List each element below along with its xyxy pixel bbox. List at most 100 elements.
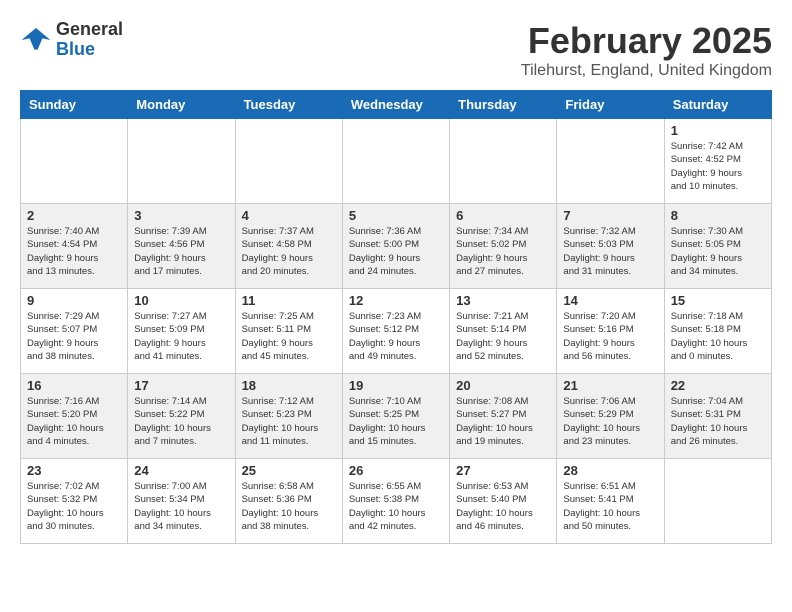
header-wednesday: Wednesday [342, 91, 449, 119]
day-number: 11 [242, 293, 336, 308]
header-saturday: Saturday [664, 91, 771, 119]
day-info: Sunrise: 7:37 AM Sunset: 4:58 PM Dayligh… [242, 225, 336, 278]
cell-week2-day2: 11 Sunrise: 7:25 AM Sunset: 5:11 PM Dayli… [235, 289, 342, 374]
day-number: 8 [671, 208, 765, 223]
cell-week3-day0: 16 Sunrise: 7:16 AM Sunset: 5:20 PM Dayli… [21, 374, 128, 459]
day-number: 4 [242, 208, 336, 223]
cell-week1-day3: 5 Sunrise: 7:36 AM Sunset: 5:00 PM Daylig… [342, 204, 449, 289]
day-number: 27 [456, 463, 550, 478]
day-number: 26 [349, 463, 443, 478]
day-info: Sunrise: 7:30 AM Sunset: 5:05 PM Dayligh… [671, 225, 765, 278]
cell-week2-day4: 13 Sunrise: 7:21 AM Sunset: 5:14 PM Dayli… [450, 289, 557, 374]
week-row-0: 1Sunrise: 7:42 AM Sunset: 4:52 PM Daylig… [21, 119, 772, 204]
day-info: Sunrise: 7:18 AM Sunset: 5:18 PM Dayligh… [671, 310, 765, 363]
day-info: Sunrise: 6:58 AM Sunset: 5:36 PM Dayligh… [242, 480, 336, 533]
day-info: Sunrise: 7:14 AM Sunset: 5:22 PM Dayligh… [134, 395, 228, 448]
day-info: Sunrise: 6:51 AM Sunset: 5:41 PM Dayligh… [563, 480, 657, 533]
day-info: Sunrise: 7:39 AM Sunset: 4:56 PM Dayligh… [134, 225, 228, 278]
cell-week4-day4: 27 Sunrise: 6:53 AM Sunset: 5:40 PM Dayli… [450, 459, 557, 544]
day-number: 20 [456, 378, 550, 393]
day-number: 25 [242, 463, 336, 478]
header-friday: Friday [557, 91, 664, 119]
day-number: 5 [349, 208, 443, 223]
day-number: 18 [242, 378, 336, 393]
logo: General Blue [20, 20, 123, 60]
cell-week1-day2: 4 Sunrise: 7:37 AM Sunset: 4:58 PM Daylig… [235, 204, 342, 289]
day-info: Sunrise: 6:53 AM Sunset: 5:40 PM Dayligh… [456, 480, 550, 533]
day-info: Sunrise: 7:29 AM Sunset: 5:07 PM Dayligh… [27, 310, 121, 363]
day-info: Sunrise: 7:23 AM Sunset: 5:12 PM Dayligh… [349, 310, 443, 363]
cell-week3-day6: 22 Sunrise: 7:04 AM Sunset: 5:31 PM Dayli… [664, 374, 771, 459]
day-number: 17 [134, 378, 228, 393]
day-number: 21 [563, 378, 657, 393]
header-sunday: Sunday [21, 91, 128, 119]
day-info: Sunrise: 7:42 AM Sunset: 4:52 PM Dayligh… [671, 140, 765, 193]
cell-week0-day2 [235, 119, 342, 204]
day-info: Sunrise: 7:06 AM Sunset: 5:29 PM Dayligh… [563, 395, 657, 448]
cell-week3-day2: 18 Sunrise: 7:12 AM Sunset: 5:23 PM Dayli… [235, 374, 342, 459]
calendar-subtitle: Tilehurst, England, United Kingdom [521, 62, 772, 80]
day-info: Sunrise: 7:21 AM Sunset: 5:14 PM Dayligh… [456, 310, 550, 363]
logo-line1: General [56, 20, 123, 40]
day-info: Sunrise: 7:10 AM Sunset: 5:25 PM Dayligh… [349, 395, 443, 448]
header-monday: Monday [128, 91, 235, 119]
cell-week3-day3: 19Sunrise: 7:10 AM Sunset: 5:25 PM Dayli… [342, 374, 449, 459]
cell-week0-day0 [21, 119, 128, 204]
week-row-1: 2 Sunrise: 7:40 AM Sunset: 4:54 PM Daylig… [21, 204, 772, 289]
calendar-table: Sunday Monday Tuesday Wednesday Thursday… [20, 90, 772, 544]
header-thursday: Thursday [450, 91, 557, 119]
day-number: 23 [27, 463, 121, 478]
title-area: February 2025 Tilehurst, England, United… [521, 20, 772, 80]
day-info: Sunrise: 7:40 AM Sunset: 4:54 PM Dayligh… [27, 225, 121, 278]
cell-week1-day0: 2 Sunrise: 7:40 AM Sunset: 4:54 PM Daylig… [21, 204, 128, 289]
cell-week1-day6: 8 Sunrise: 7:30 AM Sunset: 5:05 PM Daylig… [664, 204, 771, 289]
day-number: 22 [671, 378, 765, 393]
logo-text: General Blue [56, 20, 123, 60]
cell-week2-day5: 14 Sunrise: 7:20 AM Sunset: 5:16 PM Dayli… [557, 289, 664, 374]
cell-week1-day5: 7 Sunrise: 7:32 AM Sunset: 5:03 PM Daylig… [557, 204, 664, 289]
cell-week1-day1: 3 Sunrise: 7:39 AM Sunset: 4:56 PM Daylig… [128, 204, 235, 289]
cell-week4-day3: 26 Sunrise: 6:55 AM Sunset: 5:38 PM Dayli… [342, 459, 449, 544]
day-number: 7 [563, 208, 657, 223]
day-number: 14 [563, 293, 657, 308]
cell-week0-day1 [128, 119, 235, 204]
day-number: 16 [27, 378, 121, 393]
day-info: Sunrise: 7:12 AM Sunset: 5:23 PM Dayligh… [242, 395, 336, 448]
cell-week4-day1: 24Sunrise: 7:00 AM Sunset: 5:34 PM Dayli… [128, 459, 235, 544]
day-info: Sunrise: 7:16 AM Sunset: 5:20 PM Dayligh… [27, 395, 121, 448]
cell-week2-day6: 15 Sunrise: 7:18 AM Sunset: 5:18 PM Dayli… [664, 289, 771, 374]
day-info: Sunrise: 7:36 AM Sunset: 5:00 PM Dayligh… [349, 225, 443, 278]
cell-week0-day6: 1Sunrise: 7:42 AM Sunset: 4:52 PM Daylig… [664, 119, 771, 204]
day-number: 10 [134, 293, 228, 308]
day-info: Sunrise: 7:34 AM Sunset: 5:02 PM Dayligh… [456, 225, 550, 278]
day-number: 13 [456, 293, 550, 308]
day-number: 12 [349, 293, 443, 308]
calendar-title: February 2025 [521, 20, 772, 62]
day-info: Sunrise: 6:55 AM Sunset: 5:38 PM Dayligh… [349, 480, 443, 533]
cell-week3-day1: 17 Sunrise: 7:14 AM Sunset: 5:22 PM Dayli… [128, 374, 235, 459]
cell-week1-day4: 6Sunrise: 7:34 AM Sunset: 5:02 PM Daylig… [450, 204, 557, 289]
day-info: Sunrise: 7:20 AM Sunset: 5:16 PM Dayligh… [563, 310, 657, 363]
cell-week2-day0: 9 Sunrise: 7:29 AM Sunset: 5:07 PM Daylig… [21, 289, 128, 374]
header-tuesday: Tuesday [235, 91, 342, 119]
cell-week3-day5: 21 Sunrise: 7:06 AM Sunset: 5:29 PM Dayli… [557, 374, 664, 459]
day-info: Sunrise: 7:00 AM Sunset: 5:34 PM Dayligh… [134, 480, 228, 533]
day-info: Sunrise: 7:25 AM Sunset: 5:11 PM Dayligh… [242, 310, 336, 363]
cell-week4-day0: 23Sunrise: 7:02 AM Sunset: 5:32 PM Dayli… [21, 459, 128, 544]
cell-week0-day5 [557, 119, 664, 204]
cell-week0-day3 [342, 119, 449, 204]
day-number: 2 [27, 208, 121, 223]
header: General Blue February 2025 Tilehurst, En… [20, 20, 772, 80]
day-number: 28 [563, 463, 657, 478]
day-number: 9 [27, 293, 121, 308]
day-number: 3 [134, 208, 228, 223]
day-info: Sunrise: 7:04 AM Sunset: 5:31 PM Dayligh… [671, 395, 765, 448]
day-info: Sunrise: 7:32 AM Sunset: 5:03 PM Dayligh… [563, 225, 657, 278]
day-number: 15 [671, 293, 765, 308]
logo-bird-icon [20, 24, 52, 56]
cell-week2-day3: 12 Sunrise: 7:23 AM Sunset: 5:12 PM Dayli… [342, 289, 449, 374]
week-row-2: 9 Sunrise: 7:29 AM Sunset: 5:07 PM Daylig… [21, 289, 772, 374]
cell-week3-day4: 20 Sunrise: 7:08 AM Sunset: 5:27 PM Dayli… [450, 374, 557, 459]
day-info: Sunrise: 7:08 AM Sunset: 5:27 PM Dayligh… [456, 395, 550, 448]
cell-week4-day2: 25 Sunrise: 6:58 AM Sunset: 5:36 PM Dayli… [235, 459, 342, 544]
